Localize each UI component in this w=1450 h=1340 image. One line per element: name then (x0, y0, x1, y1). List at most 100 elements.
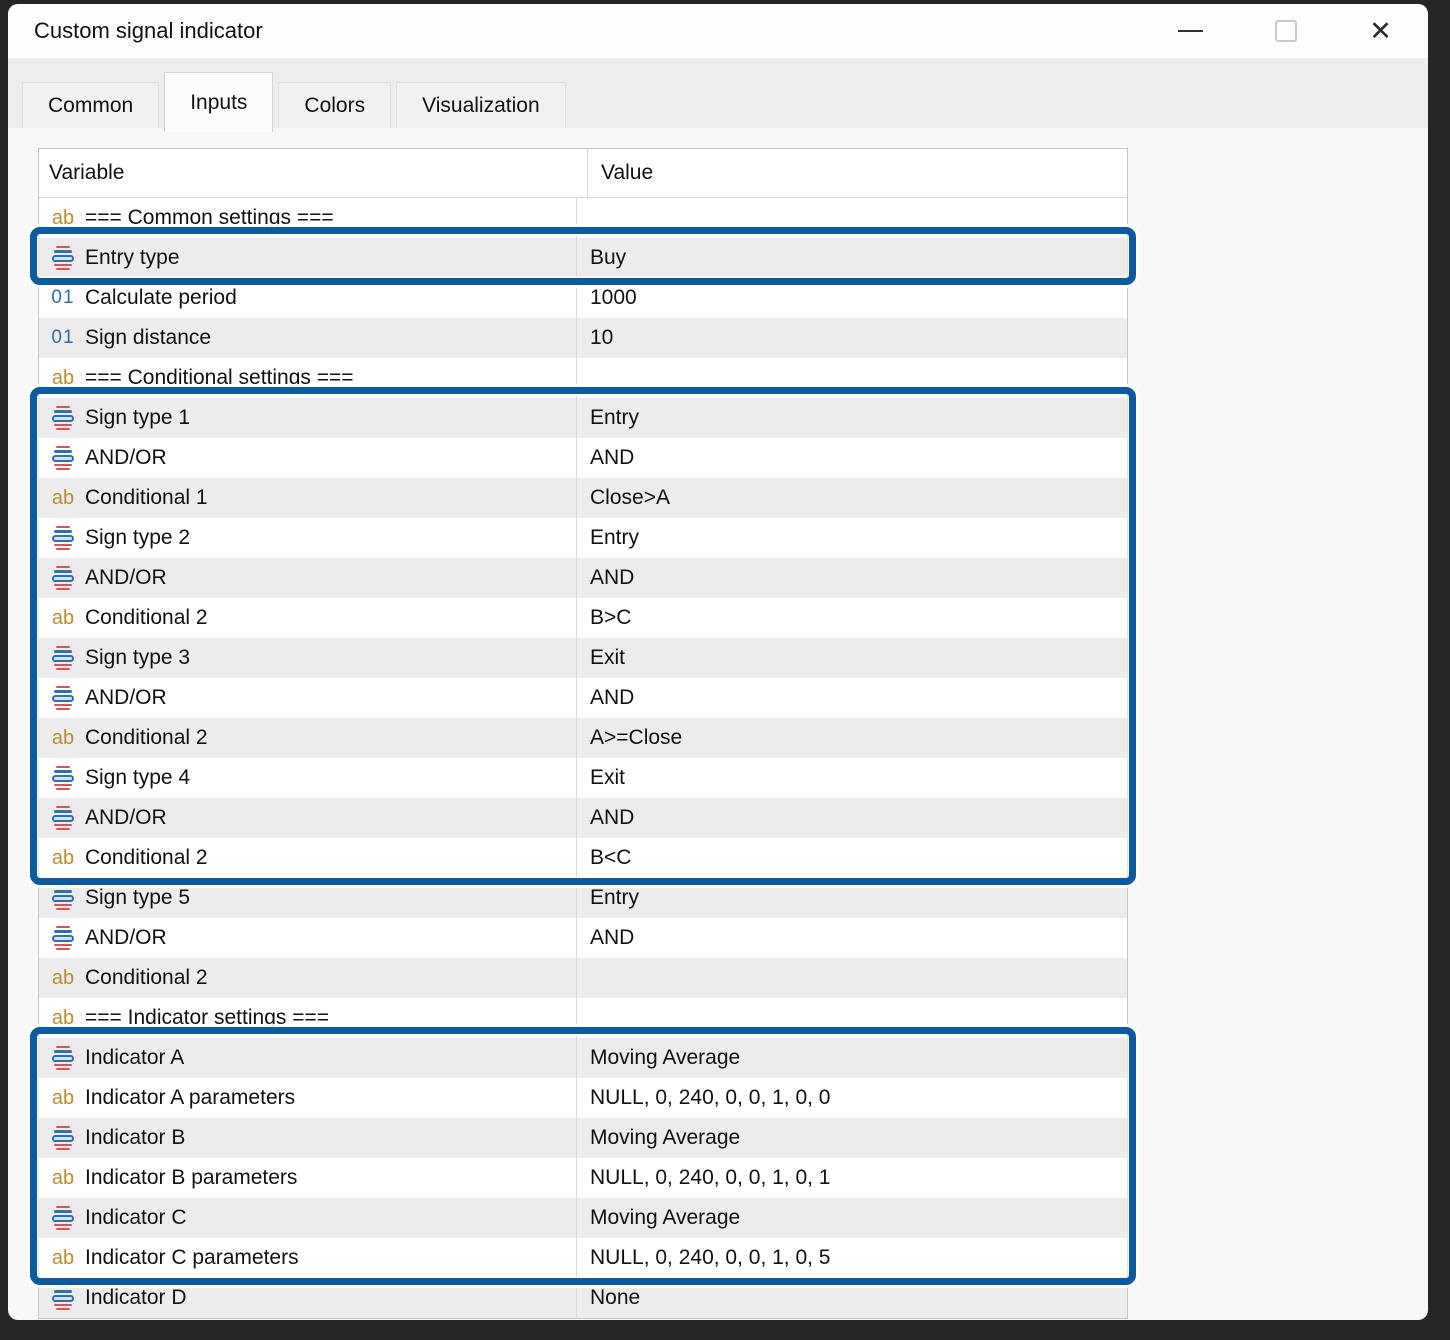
row-value-cell[interactable] (577, 958, 1127, 998)
row-value-cell[interactable]: Exit (577, 758, 1127, 798)
row-value-cell[interactable]: AND (577, 918, 1127, 958)
row-value-cell[interactable]: Buy (577, 238, 1127, 278)
row-variable-cell: ab Conditional 1 (39, 478, 577, 518)
row-variable-label: === Conditional settings === (85, 366, 354, 389)
row-value-cell[interactable]: Moving Average (577, 1118, 1127, 1158)
ab-glyph: ab (51, 846, 75, 869)
string-param-icon: ab (49, 207, 77, 230)
dialog-window: Custom signal indicator ✕ Common Inputs Co… (8, 4, 1428, 1320)
row-value-cell[interactable]: A>=Close (577, 718, 1127, 758)
row-variable-label: Sign distance (85, 326, 212, 349)
table-row[interactable]: AND/OR AND (39, 798, 1127, 838)
table-row[interactable]: Indicator C Moving Average (39, 1198, 1127, 1238)
table-row[interactable]: AND/OR AND (39, 438, 1127, 478)
table-row[interactable]: ab Indicator B parameters NULL, 0, 240, 0,… (39, 1158, 1127, 1198)
string-param-icon: ab (49, 1167, 77, 1190)
ab-glyph: ab (51, 1006, 75, 1029)
string-param-icon: ab (49, 1007, 77, 1030)
row-value-cell[interactable] (577, 998, 1127, 1038)
row-value-cell[interactable]: AND (577, 798, 1127, 838)
table-row[interactable]: Sign type 3 Exit (39, 638, 1127, 678)
row-value-cell[interactable]: 10 (577, 318, 1127, 358)
window-title: Custom signal indicator (34, 18, 263, 43)
table-row[interactable]: AND/OR AND (39, 558, 1127, 598)
table-row[interactable]: ab === Common settings === (39, 198, 1127, 238)
row-value-cell[interactable] (577, 198, 1127, 238)
row-variable-cell: AND/OR (39, 678, 577, 718)
table-row[interactable]: Entry type Buy (39, 238, 1127, 278)
table-row[interactable]: ab Indicator A parameters NULL, 0, 240, 0,… (39, 1078, 1127, 1118)
enum-dropdown-icon (49, 806, 77, 830)
table-row[interactable]: Indicator A Moving Average (39, 1038, 1127, 1078)
ab-glyph: ab (51, 206, 75, 229)
row-value-cell[interactable]: Close>A (577, 478, 1127, 518)
tab-label: Common (48, 93, 134, 117)
table-row[interactable]: 01 Sign distance 10 (39, 318, 1127, 358)
tab-inputs[interactable]: Inputs (164, 72, 274, 132)
row-value-cell[interactable]: None (577, 1278, 1127, 1318)
enum-dropdown-icon (49, 526, 77, 550)
enum-dropdown-icon (49, 566, 77, 590)
row-value-cell[interactable]: 1000 (577, 278, 1127, 318)
table-row[interactable]: ab Conditional 2 B>C (39, 598, 1127, 638)
enum-dropdown-icon (49, 766, 77, 790)
ab-glyph: ab (51, 1086, 75, 1109)
ab-glyph: ab (51, 486, 75, 509)
table-row[interactable]: Indicator D None (39, 1278, 1127, 1318)
row-value-cell[interactable]: Moving Average (577, 1038, 1127, 1078)
row-value-cell[interactable]: Exit (577, 638, 1127, 678)
row-value-cell[interactable]: NULL, 0, 240, 0, 0, 1, 0, 5 (577, 1238, 1127, 1278)
table-row[interactable]: ab Indicator C parameters NULL, 0, 240, 0,… (39, 1238, 1127, 1278)
row-value-cell[interactable]: AND (577, 558, 1127, 598)
row-variable-label: Indicator D (85, 1286, 187, 1309)
row-value-cell[interactable]: Moving Average (577, 1198, 1127, 1238)
ab-glyph: ab (51, 1246, 75, 1269)
table-row[interactable]: ab Conditional 2 B<C (39, 838, 1127, 878)
row-value-cell[interactable]: Entry (577, 878, 1127, 918)
table-row[interactable]: Sign type 1 Entry (39, 398, 1127, 438)
list-bars-glyph (51, 926, 75, 950)
ab-glyph: ab (51, 966, 75, 989)
table-row[interactable]: ab Conditional 2 (39, 958, 1127, 998)
minimize-icon (1178, 30, 1203, 32)
tab-colors[interactable]: Colors (278, 82, 392, 128)
row-variable-label: Conditional 2 (85, 726, 208, 749)
maximize-button[interactable] (1238, 4, 1333, 58)
window-controls: ✕ (1143, 4, 1428, 58)
row-value-cell[interactable]: NULL, 0, 240, 0, 0, 1, 0, 0 (577, 1078, 1127, 1118)
row-value-cell[interactable]: B>C (577, 598, 1127, 638)
row-variable-label: AND/OR (85, 686, 167, 709)
list-bars-glyph (51, 646, 75, 670)
list-bars-glyph (51, 406, 75, 430)
row-value-cell[interactable]: AND (577, 678, 1127, 718)
table-row[interactable]: AND/OR AND (39, 918, 1127, 958)
table-row[interactable]: Sign type 4 Exit (39, 758, 1127, 798)
close-button[interactable]: ✕ (1333, 4, 1428, 58)
table-row[interactable]: Indicator B Moving Average (39, 1118, 1127, 1158)
row-value-cell[interactable]: Entry (577, 518, 1127, 558)
table-row[interactable]: ab Conditional 2 A>=Close (39, 718, 1127, 758)
row-value-cell[interactable]: Entry (577, 398, 1127, 438)
table-row[interactable]: Sign type 2 Entry (39, 518, 1127, 558)
row-variable-cell: 01 Calculate period (39, 278, 577, 318)
string-param-icon: ab (49, 367, 77, 390)
list-bars-glyph (51, 1046, 75, 1070)
tab-visualization[interactable]: Visualization (396, 82, 566, 128)
table-row[interactable]: ab === Indicator settings === (39, 998, 1127, 1038)
table-row[interactable]: ab === Conditional settings === (39, 358, 1127, 398)
table-row[interactable]: AND/OR AND (39, 678, 1127, 718)
row-variable-cell: ab Conditional 2 (39, 598, 577, 638)
tab-common[interactable]: Common (22, 82, 160, 128)
row-variable-label: AND/OR (85, 566, 167, 589)
table-row[interactable]: Sign type 5 Entry (39, 878, 1127, 918)
row-variable-cell: Sign type 2 (39, 518, 577, 558)
row-value-cell[interactable]: AND (577, 438, 1127, 478)
table-row[interactable]: ab Conditional 1 Close>A (39, 478, 1127, 518)
row-value-cell[interactable] (577, 358, 1127, 398)
string-param-icon: ab (49, 1247, 77, 1270)
enum-dropdown-icon (49, 1286, 77, 1310)
row-value-cell[interactable]: NULL, 0, 240, 0, 0, 1, 0, 1 (577, 1158, 1127, 1198)
table-row[interactable]: 01 Calculate period 1000 (39, 278, 1127, 318)
row-value-cell[interactable]: B<C (577, 838, 1127, 878)
minimize-button[interactable] (1143, 4, 1238, 58)
